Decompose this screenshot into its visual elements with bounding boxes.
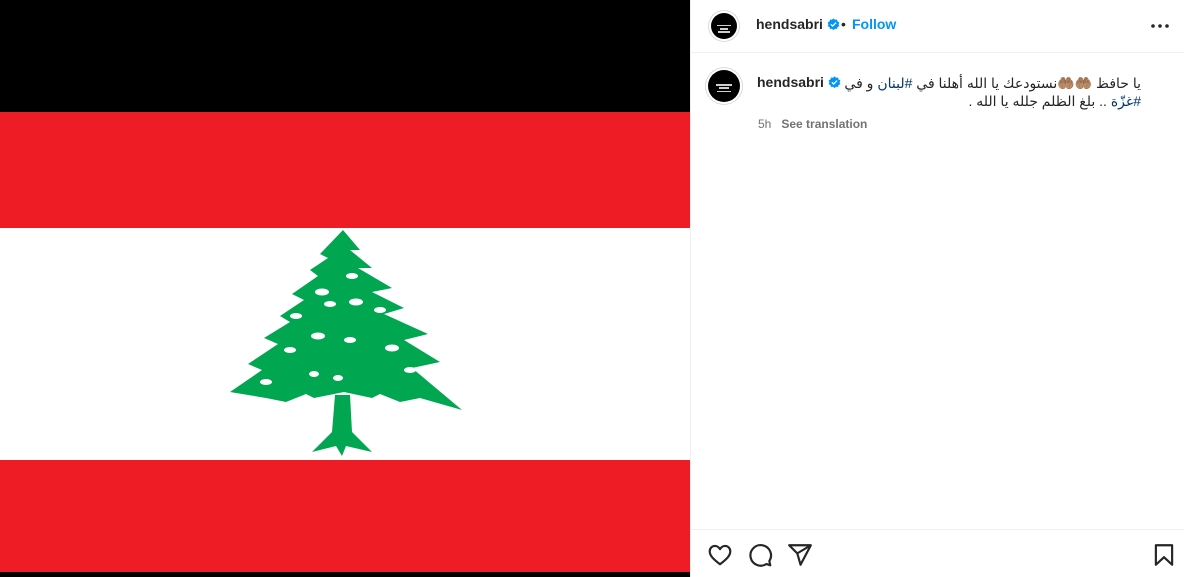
flag-red-stripe-bottom — [0, 460, 690, 572]
more-options-icon[interactable] — [1148, 14, 1172, 38]
caption-text-part: يا حافظ 🤲🏽🤲🏽نستودعك يا الله أهلنا في — [912, 75, 1141, 91]
verified-badge-icon — [827, 18, 840, 31]
share-icon[interactable] — [787, 542, 813, 568]
lebanon-flag — [0, 0, 690, 577]
comment-icon[interactable] — [747, 542, 773, 568]
caption-text-part: .. بلغ الظلم جلله يا الله . — [968, 93, 1111, 109]
caption-avatar[interactable] — [708, 70, 740, 102]
post-author-username[interactable]: hendsabri — [756, 16, 840, 32]
post-side-panel: hendsabri • Follow hendsabri يا حافظ 🤲🏽🤲… — [690, 0, 1184, 577]
bookmark-icon[interactable] — [1151, 542, 1177, 568]
see-translation-link[interactable]: See translation — [781, 117, 867, 131]
action-bar — [691, 529, 1184, 577]
follow-button[interactable]: Follow — [852, 16, 896, 32]
post-timestamp[interactable]: 5h — [758, 117, 771, 131]
caption-meta: 5h See translation — [758, 117, 867, 131]
username-text[interactable]: hendsabri — [756, 16, 823, 32]
caption-block — [691, 53, 1184, 173]
hashtag-link[interactable]: #لبنان — [877, 75, 912, 91]
heart-icon[interactable] — [707, 542, 733, 568]
caption-text: يا حافظ 🤲🏽🤲🏽نستودعك يا الله أهلنا في #لب… — [757, 74, 1141, 110]
separator-dot: • — [841, 16, 846, 32]
flag-red-stripe-top — [0, 112, 690, 228]
post-image[interactable] — [0, 0, 690, 577]
hashtag-link[interactable]: #غزّة — [1111, 93, 1141, 109]
caption-text-part: و في — [844, 75, 878, 91]
post-header: hendsabri • Follow — [691, 0, 1184, 53]
avatar[interactable] — [711, 13, 737, 39]
